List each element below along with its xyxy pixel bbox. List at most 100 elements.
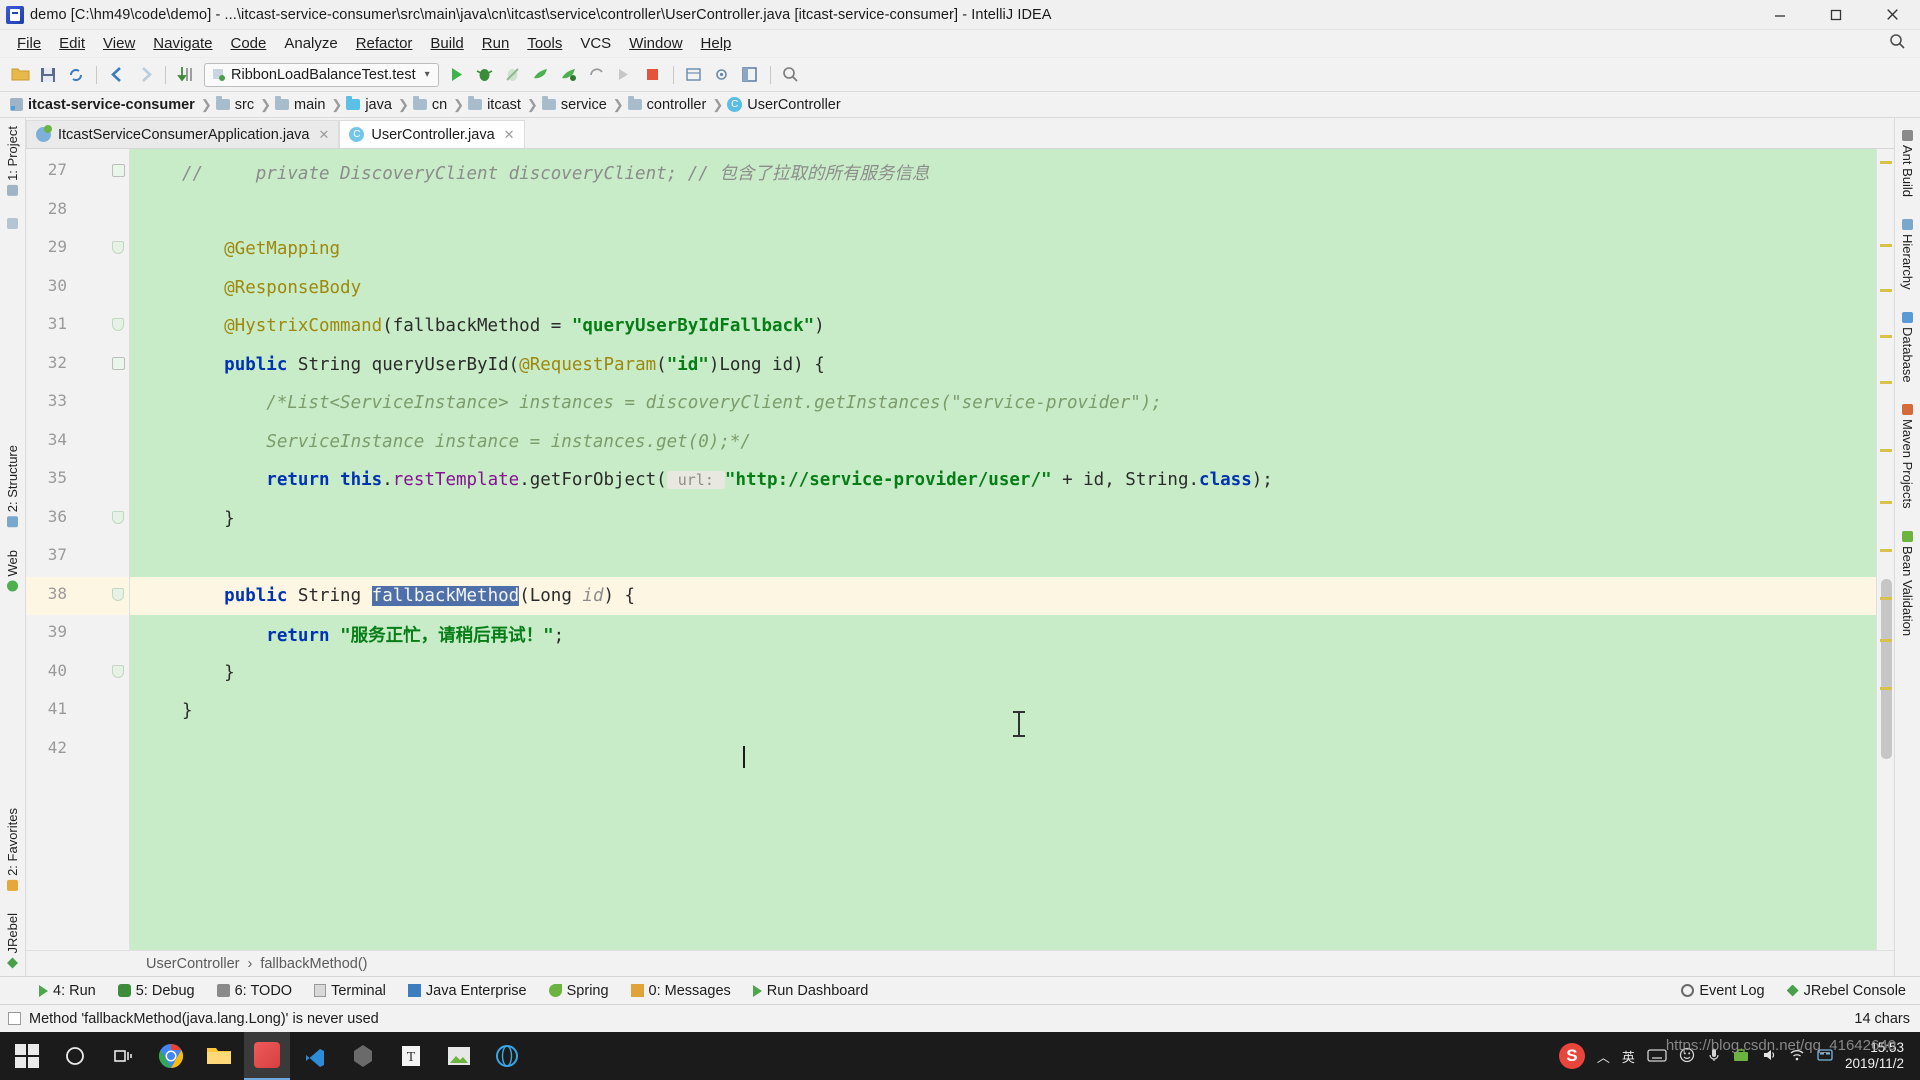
sidebar-item-ant-build[interactable]: Ant Build	[1900, 126, 1915, 201]
mic-icon[interactable]	[1707, 1047, 1721, 1066]
sidebar-item-commander[interactable]	[7, 214, 18, 233]
code-line[interactable]: // private DiscoveryClient discoveryClie…	[130, 153, 1876, 192]
sync-icon[interactable]	[62, 61, 90, 89]
editor-scrollbar-thumb[interactable]	[1881, 579, 1892, 759]
sidebar-item-bean-validation[interactable]: Bean Validation	[1900, 527, 1915, 640]
tool-window-jrebel-console[interactable]: JRebel Console	[1778, 981, 1920, 1001]
code-fold-region-icon[interactable]	[112, 241, 125, 254]
attach-debugger-icon[interactable]	[555, 61, 583, 89]
cortana-search-button[interactable]	[52, 1032, 98, 1080]
breadcrumb-item-main[interactable]: main	[271, 96, 331, 113]
search-everywhere-icon[interactable]	[1889, 33, 1920, 55]
editor-warning-marker[interactable]	[1880, 289, 1892, 292]
taskbar-app-image-viewer[interactable]	[436, 1032, 482, 1080]
maximize-button[interactable]	[1808, 0, 1864, 30]
save-all-icon[interactable]	[34, 61, 62, 89]
profile-icon[interactable]	[527, 61, 555, 89]
code-fold-region-icon[interactable]	[112, 587, 125, 601]
tool-window-terminal[interactable]: Terminal	[305, 981, 395, 1001]
run-icon[interactable]	[443, 61, 471, 89]
taskbar-app-gitbash[interactable]	[340, 1032, 386, 1080]
navigate-forward-icon[interactable]	[131, 61, 159, 89]
tool-window-run[interactable]: 4: Run	[30, 981, 105, 1001]
breadcrumb-item-service[interactable]: service	[538, 96, 613, 113]
editor-tab-itcast-service-consumer-application[interactable]: ItcastServiceConsumerApplication.java ✕	[26, 120, 340, 148]
network-icon[interactable]	[1789, 1048, 1805, 1065]
breadcrumb-item-module[interactable]: itcast-service-consumer	[6, 97, 201, 113]
menu-build[interactable]: Build	[421, 32, 472, 55]
editor-breadcrumb-method[interactable]: fallbackMethod()	[260, 956, 367, 972]
editor-warning-marker[interactable]	[1880, 639, 1892, 642]
menu-refactor[interactable]: Refactor	[347, 32, 422, 55]
code-fold-expand-icon[interactable]	[112, 356, 125, 370]
code-fold-region-icon[interactable]	[112, 318, 125, 331]
task-view-button[interactable]	[100, 1032, 146, 1080]
show-hidden-icons-button[interactable]: ︿	[1597, 1047, 1610, 1066]
code-line[interactable]: @HystrixCommand(fallbackMethod = "queryU…	[130, 307, 1876, 346]
editor-warning-marker[interactable]	[1880, 335, 1892, 338]
code-editor[interactable]: 27 28 29 30 31 32 33 34 35 36 37 38 39 40 41 42 // priv…	[26, 148, 1894, 950]
keyboard-icon[interactable]	[1647, 1048, 1667, 1065]
step-icon[interactable]	[611, 61, 639, 89]
find-icon[interactable]	[777, 61, 805, 89]
sidebar-item-maven[interactable]: Maven Projects	[1900, 400, 1915, 513]
close-tab-icon[interactable]: ✕	[504, 127, 515, 143]
tool-window-event-log[interactable]: Event Log	[1672, 981, 1773, 1001]
code-fold-region-icon[interactable]	[112, 664, 125, 678]
code-fold-region-icon[interactable]	[112, 510, 125, 524]
navigate-back-icon[interactable]	[103, 61, 131, 89]
run-with-coverage-icon[interactable]	[499, 61, 527, 89]
volume-icon[interactable]	[1761, 1047, 1777, 1066]
taskbar-app-typora[interactable]: T	[388, 1032, 434, 1080]
breadcrumb-item-controller[interactable]: controller	[624, 96, 713, 113]
code-line[interactable]: }	[130, 500, 1876, 539]
tray-language-label[interactable]: 英	[1622, 1047, 1635, 1066]
editor-warning-marker[interactable]	[1880, 597, 1892, 600]
code-line[interactable]	[130, 731, 1876, 770]
tool-window-run-dashboard[interactable]: Run Dashboard	[744, 981, 878, 1001]
editor-marker-bar[interactable]	[1876, 149, 1894, 950]
close-button[interactable]	[1864, 0, 1920, 30]
tool-window-java-enterprise[interactable]: Java Enterprise	[399, 981, 536, 1001]
code-line[interactable]: /*List<ServiceInstance> instances = disc…	[130, 384, 1876, 423]
editor-warning-marker[interactable]	[1880, 449, 1892, 452]
hide-warning-checkbox[interactable]	[8, 1012, 21, 1025]
menu-window[interactable]: Window	[620, 32, 691, 55]
code-line[interactable]: }	[130, 654, 1876, 693]
menu-view[interactable]: View	[94, 32, 144, 55]
settings-icon[interactable]	[708, 61, 736, 89]
tool-window-debug[interactable]: 5: Debug	[109, 981, 204, 1001]
menu-tools[interactable]: Tools	[518, 32, 571, 55]
windows-start-button[interactable]	[4, 1032, 50, 1080]
editor-breadcrumb-class[interactable]: UserController	[146, 956, 239, 972]
sidebar-item-favorites[interactable]: 2: Favorites	[5, 804, 20, 895]
emoji-icon[interactable]	[1679, 1047, 1695, 1066]
breadcrumb-item-java[interactable]: java	[342, 96, 398, 113]
editor-tab-user-controller[interactable]: C UserController.java ✕	[339, 120, 525, 148]
editor-warning-marker[interactable]	[1880, 244, 1892, 247]
stop-icon[interactable]	[639, 61, 667, 89]
menu-vcs[interactable]: VCS	[571, 32, 620, 55]
tool-window-todo[interactable]: 6: TODO	[208, 981, 301, 1001]
editor-warning-marker[interactable]	[1880, 687, 1892, 690]
sidebar-item-web[interactable]: Web	[5, 546, 20, 596]
taskbar-app-chrome[interactable]	[148, 1032, 194, 1080]
breadcrumb-item-src[interactable]: src	[212, 96, 260, 113]
toolbox-icon[interactable]	[1733, 1048, 1749, 1065]
sidebar-item-database[interactable]: Database	[1900, 308, 1915, 387]
taskbar-app-browser[interactable]	[484, 1032, 530, 1080]
run-configuration-selector[interactable]: RibbonLoadBalanceTest.test ▾	[204, 62, 439, 87]
menu-code[interactable]: Code	[221, 32, 275, 55]
menu-analyze[interactable]: Analyze	[275, 32, 346, 55]
menu-help[interactable]: Help	[692, 32, 741, 55]
code-line[interactable]: public String queryUserById(@RequestPara…	[130, 346, 1876, 385]
code-line[interactable]	[130, 192, 1876, 231]
editor-warning-marker[interactable]	[1880, 381, 1892, 384]
tool-window-spring[interactable]: Spring	[540, 981, 618, 1001]
code-line[interactable]: }	[130, 692, 1876, 731]
breadcrumb-item-itcast[interactable]: itcast	[464, 96, 527, 113]
code-line[interactable]: @ResponseBody	[130, 269, 1876, 308]
debug-icon[interactable]	[471, 61, 499, 89]
rerun-icon[interactable]	[583, 61, 611, 89]
project-structure-icon[interactable]	[680, 61, 708, 89]
